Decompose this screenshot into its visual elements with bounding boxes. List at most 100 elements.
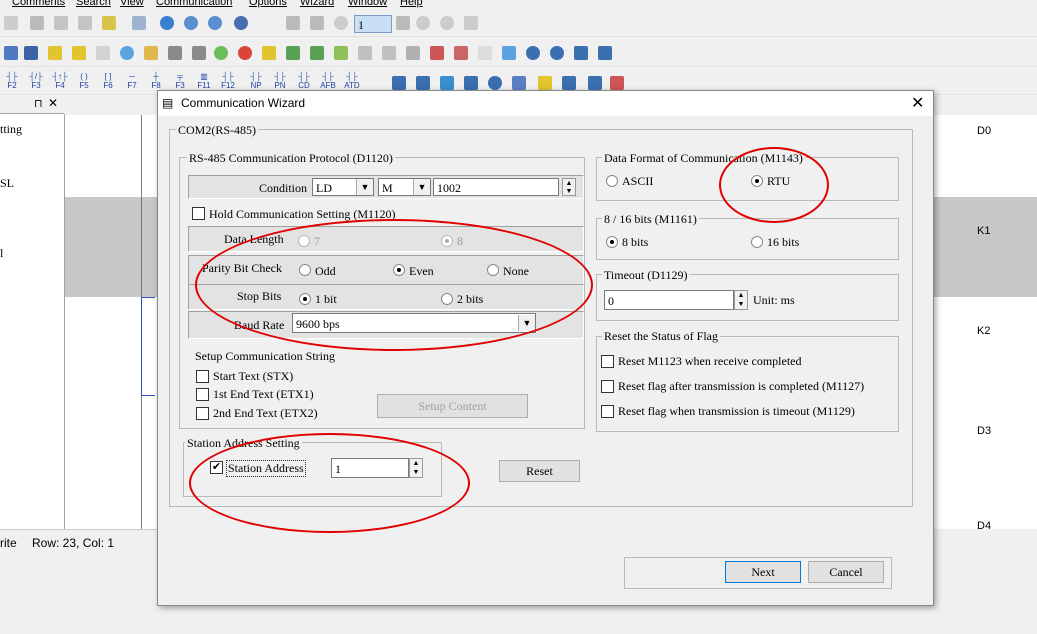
condition-label: Condition — [259, 181, 308, 195]
code-compare-icon[interactable] — [382, 46, 396, 60]
hold-checkbox[interactable] — [192, 207, 205, 220]
zoom-icon[interactable] — [184, 16, 198, 30]
align-icon[interactable] — [598, 46, 612, 60]
window-icon[interactable] — [478, 46, 492, 60]
f3-key[interactable]: ┤/├ F3 — [26, 72, 46, 96]
sort-icon[interactable] — [406, 46, 420, 60]
monitor-icon[interactable] — [96, 46, 110, 60]
close-icon[interactable]: ✕ — [911, 93, 924, 113]
minus-icon[interactable] — [416, 16, 430, 30]
chip-icon[interactable] — [168, 46, 182, 60]
zoom-out-icon[interactable] — [208, 16, 222, 30]
menu-help[interactable]: Help — [400, 0, 423, 8]
menu-view[interactable]: View — [120, 0, 144, 8]
etx2-checkbox[interactable] — [196, 407, 209, 420]
f7-key[interactable]: ─ F7 — [122, 72, 142, 96]
spin-icon[interactable] — [396, 16, 410, 30]
compile-icon[interactable] — [334, 46, 348, 60]
copy-icon[interactable] — [54, 16, 68, 30]
condition-value-input[interactable]: 1002 — [433, 178, 559, 196]
f5-key[interactable]: ( ) F5 — [74, 72, 94, 96]
8bits-radio[interactable] — [606, 236, 618, 248]
left-item[interactable]: SL — [0, 176, 14, 191]
refresh-icon[interactable] — [440, 16, 454, 30]
download-icon[interactable] — [286, 46, 300, 60]
status-position: Row: 23, Col: 1 — [32, 536, 115, 550]
menu-wizard[interactable]: Wizard — [300, 0, 334, 8]
device-icon[interactable] — [4, 46, 18, 60]
stx-checkbox[interactable] — [196, 370, 209, 383]
folder-icon[interactable] — [48, 46, 62, 60]
eraser-icon[interactable] — [102, 16, 116, 30]
grid-icon[interactable] — [24, 46, 38, 60]
memory-icon[interactable] — [192, 46, 206, 60]
reset-m1127-checkbox[interactable] — [601, 380, 614, 393]
reset-flag-legend: Reset the Status of Flag — [602, 329, 720, 344]
export-icon[interactable] — [610, 76, 624, 90]
undo-icon[interactable] — [132, 16, 146, 30]
arrow-icon[interactable] — [464, 16, 478, 30]
etx1-checkbox[interactable] — [196, 388, 209, 401]
operand-label: D0 — [977, 125, 992, 137]
menu-communication[interactable]: Communication — [156, 0, 232, 8]
cut-icon[interactable] — [30, 16, 44, 30]
timeout-input[interactable]: 0 — [604, 290, 734, 310]
16bits-radio[interactable] — [751, 236, 763, 248]
table-view-icon[interactable] — [562, 76, 576, 90]
network-icon[interactable] — [416, 76, 430, 90]
menu-comments[interactable]: Comments — [12, 0, 65, 8]
tool-icon[interactable] — [286, 16, 300, 30]
next-button[interactable]: Next — [725, 561, 801, 583]
grid-view-icon[interactable] — [574, 46, 588, 60]
cancel-button[interactable]: Cancel — [808, 561, 884, 583]
table-icon[interactable] — [144, 46, 158, 60]
picture-icon[interactable] — [502, 46, 516, 60]
chat-icon[interactable] — [72, 46, 86, 60]
left-item[interactable]: tting — [0, 122, 22, 137]
bulb-icon[interactable] — [120, 46, 134, 60]
search-d-icon[interactable] — [526, 46, 540, 60]
layout-icon[interactable] — [464, 76, 478, 90]
16bits-label: 16 bits — [767, 235, 800, 249]
stop-icon[interactable] — [4, 16, 18, 30]
annotation-circle — [719, 147, 829, 223]
cursor-icon[interactable] — [310, 16, 324, 30]
paste-icon[interactable] — [78, 16, 92, 30]
f6-key[interactable]: [ ] F6 — [98, 72, 118, 96]
mirror-icon[interactable] — [430, 46, 444, 60]
stop-run-icon[interactable] — [238, 46, 252, 60]
bank-icon[interactable] — [512, 76, 526, 90]
reset-m1123-checkbox[interactable] — [601, 355, 614, 368]
condition-spinner[interactable]: ▲ ▼ — [562, 178, 576, 196]
f2-key[interactable]: ┤├ F2 — [2, 72, 22, 96]
mail-icon[interactable] — [538, 76, 552, 90]
gear-icon[interactable] — [488, 76, 502, 90]
menu-options[interactable]: Options — [249, 0, 287, 8]
step-input[interactable]: 1 — [354, 15, 392, 33]
pin-icon[interactable]: ⊓ — [34, 97, 43, 110]
help-icon[interactable] — [234, 16, 248, 30]
menu-window[interactable]: Window — [348, 0, 387, 8]
reset-button[interactable]: Reset — [499, 460, 580, 482]
panel-close-icon[interactable]: ✕ — [48, 96, 58, 110]
run-icon[interactable] — [214, 46, 228, 60]
left-item[interactable]: l — [0, 246, 3, 261]
search-ip-icon[interactable] — [550, 46, 564, 60]
timeout-spinner[interactable]: ▲ ▼ — [734, 290, 748, 310]
wave-icon[interactable] — [440, 76, 454, 90]
reset-m1129-checkbox[interactable] — [601, 405, 614, 418]
menu-search[interactable]: Search — [76, 0, 111, 8]
f4-key[interactable]: ┤↑├ F4 — [50, 72, 70, 96]
condition-op-select[interactable]: LD ▼ — [312, 178, 374, 196]
split-icon[interactable] — [454, 46, 468, 60]
code-icon[interactable] — [358, 46, 372, 60]
device-list-icon[interactable] — [588, 76, 602, 90]
condition-device-select[interactable]: M ▼ — [378, 178, 431, 196]
upload-icon[interactable] — [310, 46, 324, 60]
ascii-radio[interactable] — [606, 175, 618, 187]
chart-icon[interactable] — [262, 46, 276, 60]
clock-icon[interactable] — [334, 16, 348, 30]
zoom-in-icon[interactable] — [160, 16, 174, 30]
pid-icon[interactable] — [392, 76, 406, 90]
setup-content-button[interactable]: Setup Content — [377, 394, 528, 418]
